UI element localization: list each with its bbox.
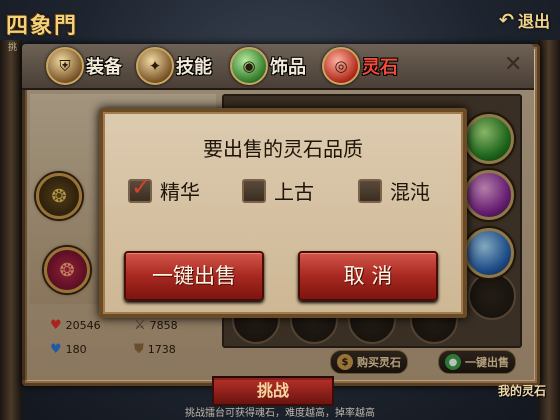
checkbox[interactable]	[242, 178, 266, 203]
option-label: 混沌	[390, 180, 430, 204]
challenge-button[interactable]: 挑战	[212, 376, 334, 406]
scene-pillar-right	[538, 40, 560, 420]
checkbox[interactable]	[358, 178, 382, 203]
tab-equipment[interactable]: ⛨ 装备	[46, 46, 122, 86]
accessory-icon: ◉	[230, 47, 268, 85]
game-logo: 四象門	[6, 14, 79, 39]
cancel-button[interactable]: 取 消	[298, 251, 438, 301]
tab-spirit-stone[interactable]: ◎ 灵石	[322, 46, 398, 86]
exit-label: 退出	[517, 12, 550, 31]
exit-button[interactable]: ↶ 退出	[499, 8, 550, 32]
option-label: 精华	[160, 180, 200, 204]
option-ancient[interactable]: 上古	[242, 176, 314, 205]
tab-label: 技能	[176, 57, 212, 78]
checkmark-icon: ✓	[131, 172, 152, 201]
option-essence[interactable]: ✓ 精华	[128, 173, 200, 205]
checkbox[interactable]: ✓	[128, 173, 152, 203]
tab-skill[interactable]: ✦ 技能	[136, 46, 212, 86]
tab-bar: ⛨ 装备 ✦ 技能 ◉ 饰品 ◎ 灵石	[22, 44, 534, 90]
my-stones-label[interactable]: 我的灵石	[498, 382, 546, 399]
armor-icon: ⛨	[46, 47, 84, 85]
tab-label: 灵石	[362, 57, 398, 78]
scene-pillar-left	[0, 40, 22, 420]
confirm-sell-button[interactable]: 一键出售	[124, 251, 264, 301]
logo-subtext: 挑	[8, 43, 18, 53]
skill-icon: ✦	[136, 47, 174, 85]
tab-label: 饰品	[270, 57, 306, 78]
spirit-stone-icon: ◎	[322, 47, 360, 85]
tab-accessory[interactable]: ◉ 饰品	[230, 46, 306, 86]
back-arrow-icon: ↶	[498, 9, 514, 31]
option-label: 上古	[274, 180, 314, 204]
close-icon[interactable]: ✕	[504, 52, 522, 77]
option-chaos[interactable]: 混沌	[358, 176, 430, 205]
dialog-title: 要出售的灵石品质	[203, 137, 363, 161]
tab-label: 装备	[86, 57, 122, 78]
hint-text: 挑战擂台可获得魂石，难度越高，掉率越高	[185, 408, 375, 419]
